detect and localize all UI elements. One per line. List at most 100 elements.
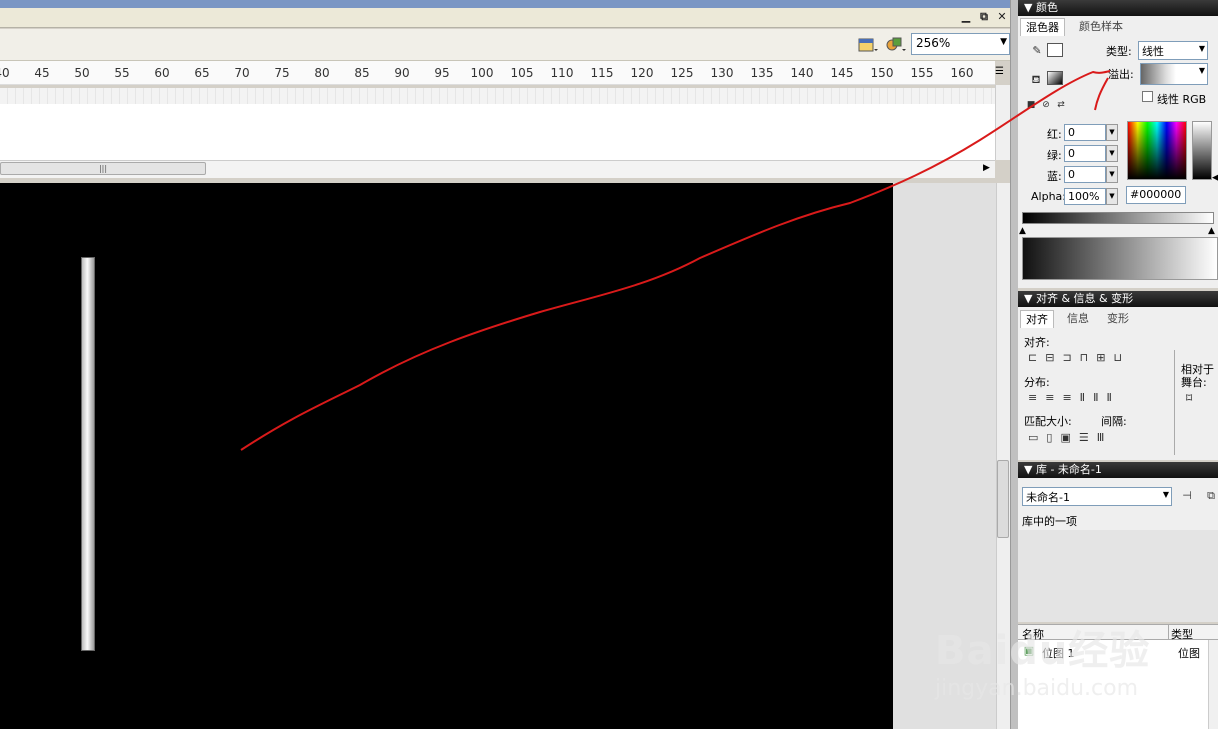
match-size-label: 匹配大小: (1024, 415, 1072, 428)
ruler-tick: 140 (790, 66, 814, 80)
swap-colors-icon[interactable]: ⇄ (1054, 98, 1068, 112)
space-vertical-icon[interactable]: ☰ (1079, 431, 1097, 444)
distribute-hcenter-icon[interactable]: Ⅱ (1093, 391, 1106, 404)
distribute-right-icon[interactable]: Ⅱ (1107, 391, 1120, 404)
align-buttons-row[interactable]: ⊏⊟⊐⊓⊞⊔ (1028, 351, 1130, 364)
document-control-bar: ▁ ⧉ ✕ (0, 8, 1015, 28)
match-both-icon[interactable]: ▣ (1060, 431, 1078, 444)
stroke-color-swatch[interactable] (1047, 43, 1063, 57)
to-stage-icon[interactable]: ⌑ (1186, 391, 1192, 405)
brightness-slider[interactable] (1192, 121, 1212, 180)
hex-input[interactable]: #000000 (1126, 186, 1186, 204)
align-top-icon[interactable]: ⊓ (1080, 351, 1097, 364)
ruler-tick: 135 (750, 66, 774, 80)
pencil-icon[interactable]: ✎ (1030, 44, 1044, 58)
align-vcenter-icon[interactable]: ⊞ (1096, 351, 1113, 364)
blue-dropdown-icon[interactable]: ▼ (1106, 166, 1118, 183)
match-height-icon[interactable]: ▯ (1046, 431, 1060, 444)
new-library-panel-icon[interactable]: ⧉ (1204, 489, 1218, 503)
edit-symbol-icon[interactable] (884, 33, 906, 55)
ruler-tick: 145 (830, 66, 854, 80)
bucket-icon[interactable]: ⛾ (1029, 73, 1043, 87)
distribute-top-icon[interactable]: ≡ (1028, 391, 1045, 404)
chevron-down-icon: ▼ (1198, 66, 1205, 75)
ruler-tick: 155 (910, 66, 934, 80)
ruler-tick: 40 (0, 66, 10, 80)
zoom-select[interactable]: 256% ▼ (911, 33, 1010, 55)
distribute-bottom-icon[interactable]: ≡ (1062, 391, 1079, 404)
gradient-rectangle[interactable] (81, 257, 95, 651)
library-doc-select[interactable]: 未命名-1 ▼ (1022, 487, 1172, 506)
alpha-dropdown-icon[interactable]: ▼ (1106, 188, 1118, 205)
fill-type-select[interactable]: 线性 ▼ (1138, 41, 1208, 60)
green-input[interactable]: 0 (1064, 145, 1106, 162)
brightness-pointer-icon[interactable]: ◀ (1212, 173, 1218, 183)
green-dropdown-icon[interactable]: ▼ (1106, 145, 1118, 162)
gradient-preview (1022, 237, 1218, 280)
blue-label: 蓝: (1047, 170, 1062, 183)
timeline-menu-icon[interactable]: ☰ (995, 66, 1004, 77)
pin-library-icon[interactable]: ⊣ (1180, 489, 1194, 503)
vscroll-thumb[interactable] (997, 460, 1009, 538)
color-spectrum[interactable] (1127, 121, 1187, 180)
red-dropdown-icon[interactable]: ▼ (1106, 124, 1118, 141)
library-panel-header[interactable]: ▼ 库 - 未命名-1 (1018, 462, 1218, 478)
timeline-vscrollbar[interactable] (995, 85, 1010, 160)
tab-transform[interactable]: 变形 (1102, 310, 1134, 328)
align-right-icon[interactable]: ⊐ (1062, 351, 1079, 364)
library-panel-title: 库 - 未命名-1 (1035, 463, 1102, 476)
library-preview (1018, 530, 1218, 622)
ruler-tick: 70 (234, 66, 250, 80)
title-strip (0, 0, 1015, 8)
blue-input[interactable]: 0 (1064, 166, 1106, 183)
fill-color-swatch[interactable] (1047, 71, 1063, 85)
match-width-icon[interactable]: ▭ (1028, 431, 1046, 444)
stage-canvas[interactable] (0, 183, 893, 729)
tab-swatches[interactable]: 颜色样本 (1074, 18, 1128, 36)
ruler-tick: 95 (434, 66, 450, 80)
zoom-value: 256% (916, 36, 951, 50)
align-left-icon[interactable]: ⊏ (1028, 351, 1045, 364)
frame-strip[interactable] (0, 88, 995, 104)
ruler-tick: 115 (590, 66, 614, 80)
space-horizontal-icon[interactable]: Ⅲ (1097, 431, 1113, 444)
timeline-area[interactable] (0, 104, 995, 160)
gradient-definition-bar[interactable] (1022, 212, 1214, 224)
watermark-url: jingyan.baidu.com (935, 676, 1139, 701)
gradient-stop-right-icon[interactable]: ▲ (1208, 226, 1215, 236)
scroll-right-icon[interactable]: ▶ (983, 163, 990, 173)
align-label: 对齐: (1024, 336, 1050, 349)
black-white-icon[interactable]: ■ (1024, 98, 1038, 112)
align-hcenter-icon[interactable]: ⊟ (1045, 351, 1062, 364)
match-spacing-buttons-row[interactable]: ▭▯▣☰Ⅲ (1028, 431, 1112, 444)
library-doc-value: 未命名-1 (1026, 491, 1070, 504)
library-vscrollbar[interactable] (1208, 640, 1218, 729)
library-item-count: 库中的一项 (1022, 515, 1077, 528)
alpha-input[interactable]: 100% (1064, 188, 1106, 205)
overflow-select[interactable]: ▼ (1140, 63, 1208, 85)
close-button[interactable]: ✕ (994, 9, 1010, 25)
gradient-stop-left-icon[interactable]: ▲ (1019, 226, 1026, 236)
tab-mixer[interactable]: 混色器 (1020, 18, 1065, 36)
red-input[interactable]: 0 (1064, 124, 1106, 141)
restore-button[interactable]: ⧉ (976, 9, 992, 25)
chevron-down-icon: ▼ (1198, 44, 1205, 53)
align-panel-header[interactable]: ▼ 对齐 & 信息 & 变形 (1018, 291, 1218, 307)
tab-align[interactable]: 对齐 (1020, 310, 1054, 328)
ruler-tick: 65 (194, 66, 210, 80)
align-bottom-icon[interactable]: ⊔ (1113, 351, 1130, 364)
minimize-button[interactable]: ▁ (958, 9, 974, 25)
distribute-left-icon[interactable]: Ⅱ (1080, 391, 1093, 404)
tab-info[interactable]: 信息 (1062, 310, 1094, 328)
ruler-tick: 120 (630, 66, 654, 80)
timeline-ruler: 40 45 50 55 60 65 70 75 80 85 90 95 100 105 110 115 120 1… (0, 61, 995, 85)
ruler-tick: 85 (354, 66, 370, 80)
distribute-buttons-row[interactable]: ≡≡≡ⅡⅡⅡ (1028, 391, 1120, 404)
ruler-tick: 75 (274, 66, 290, 80)
no-color-icon[interactable]: ⊘ (1039, 98, 1053, 112)
distribute-vcenter-icon[interactable]: ≡ (1045, 391, 1062, 404)
linear-rgb-checkbox[interactable] (1142, 91, 1153, 102)
color-panel-header[interactable]: ▼ 颜色 (1018, 0, 1218, 16)
edit-scene-icon[interactable] (856, 33, 878, 55)
hscroll-thumb[interactable]: ||| (0, 162, 206, 175)
